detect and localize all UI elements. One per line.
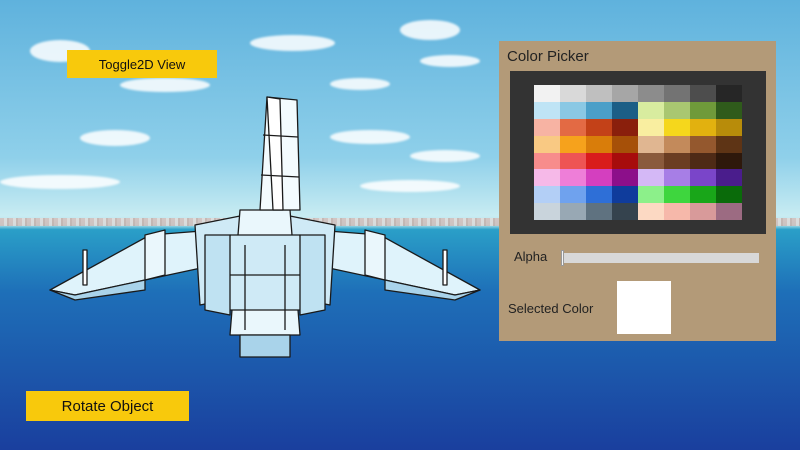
palette-swatch[interactable] xyxy=(664,101,690,119)
palette-swatch[interactable] xyxy=(612,118,638,136)
palette-swatch[interactable] xyxy=(534,85,560,102)
alpha-slider-handle[interactable] xyxy=(561,250,564,266)
palette-swatch[interactable] xyxy=(534,152,560,170)
palette-swatch[interactable] xyxy=(612,203,638,220)
palette-swatch[interactable] xyxy=(716,186,742,204)
palette-swatch[interactable] xyxy=(664,118,690,136)
palette-swatch[interactable] xyxy=(612,101,638,119)
scene-viewport[interactable]: Toggle2D View Rotate Object Color Picker… xyxy=(0,0,800,450)
palette-swatch[interactable] xyxy=(690,101,716,119)
palette-swatch[interactable] xyxy=(534,169,560,187)
toggle-2d-view-button[interactable]: Toggle2D View xyxy=(67,50,217,78)
cloud xyxy=(400,20,460,40)
palette-swatch[interactable] xyxy=(638,186,664,204)
palette-swatch[interactable] xyxy=(716,152,742,170)
palette-swatch[interactable] xyxy=(690,135,716,153)
palette-swatch[interactable] xyxy=(560,135,586,153)
palette-swatch[interactable] xyxy=(586,101,612,119)
palette-swatch[interactable] xyxy=(612,85,638,102)
palette-swatch[interactable] xyxy=(690,118,716,136)
alpha-slider[interactable] xyxy=(561,250,759,266)
palette-swatch[interactable] xyxy=(690,85,716,102)
palette-swatch[interactable] xyxy=(560,169,586,187)
palette-swatch[interactable] xyxy=(638,135,664,153)
palette-swatch[interactable] xyxy=(638,169,664,187)
cloud xyxy=(330,78,390,90)
palette-swatch[interactable] xyxy=(690,152,716,170)
palette-swatch[interactable] xyxy=(638,152,664,170)
palette-swatch[interactable] xyxy=(664,203,690,220)
palette-swatch[interactable] xyxy=(586,85,612,102)
alpha-label: Alpha xyxy=(514,249,548,264)
color-picker-panel: Color Picker Alpha Selected Color xyxy=(499,41,776,341)
palette-swatch[interactable] xyxy=(690,169,716,187)
palette-swatch[interactable] xyxy=(716,85,742,102)
palette-swatch[interactable] xyxy=(638,118,664,136)
palette-swatch[interactable] xyxy=(586,169,612,187)
palette-swatch[interactable] xyxy=(664,186,690,204)
palette-swatch[interactable] xyxy=(716,101,742,119)
panel-title: Color Picker xyxy=(507,48,589,65)
rotate-object-button[interactable]: Rotate Object xyxy=(26,391,189,421)
palette-swatch[interactable] xyxy=(690,186,716,204)
selected-color-label: Selected Color xyxy=(508,301,594,316)
color-palette-grid xyxy=(534,85,742,220)
palette-swatch[interactable] xyxy=(534,135,560,153)
selected-color-swatch xyxy=(617,281,671,334)
palette-swatch[interactable] xyxy=(690,203,716,220)
palette-swatch[interactable] xyxy=(612,152,638,170)
cloud xyxy=(120,78,210,92)
palette-swatch[interactable] xyxy=(586,203,612,220)
palette-swatch[interactable] xyxy=(664,135,690,153)
palette-swatch[interactable] xyxy=(586,186,612,204)
palette-swatch[interactable] xyxy=(638,101,664,119)
palette-swatch[interactable] xyxy=(586,135,612,153)
palette-swatch[interactable] xyxy=(612,135,638,153)
palette-swatch[interactable] xyxy=(560,152,586,170)
palette-swatch[interactable] xyxy=(586,118,612,136)
palette-swatch[interactable] xyxy=(534,186,560,204)
palette-swatch[interactable] xyxy=(664,169,690,187)
palette-swatch[interactable] xyxy=(716,135,742,153)
palette-swatch[interactable] xyxy=(560,85,586,102)
palette-swatch[interactable] xyxy=(716,169,742,187)
palette-swatch[interactable] xyxy=(534,203,560,220)
palette-swatch[interactable] xyxy=(560,118,586,136)
palette-swatch[interactable] xyxy=(664,152,690,170)
palette-swatch[interactable] xyxy=(560,203,586,220)
spaceship-model[interactable] xyxy=(45,95,485,365)
cloud xyxy=(420,55,480,67)
palette-swatch[interactable] xyxy=(534,101,560,119)
cloud xyxy=(250,35,335,51)
palette-swatch[interactable] xyxy=(586,152,612,170)
palette-frame xyxy=(510,71,766,234)
palette-swatch[interactable] xyxy=(612,186,638,204)
palette-swatch[interactable] xyxy=(560,101,586,119)
palette-swatch[interactable] xyxy=(664,85,690,102)
palette-swatch[interactable] xyxy=(638,85,664,102)
palette-swatch[interactable] xyxy=(716,118,742,136)
palette-swatch[interactable] xyxy=(560,186,586,204)
palette-swatch[interactable] xyxy=(716,203,742,220)
palette-swatch[interactable] xyxy=(534,118,560,136)
palette-swatch[interactable] xyxy=(638,203,664,220)
palette-swatch[interactable] xyxy=(612,169,638,187)
